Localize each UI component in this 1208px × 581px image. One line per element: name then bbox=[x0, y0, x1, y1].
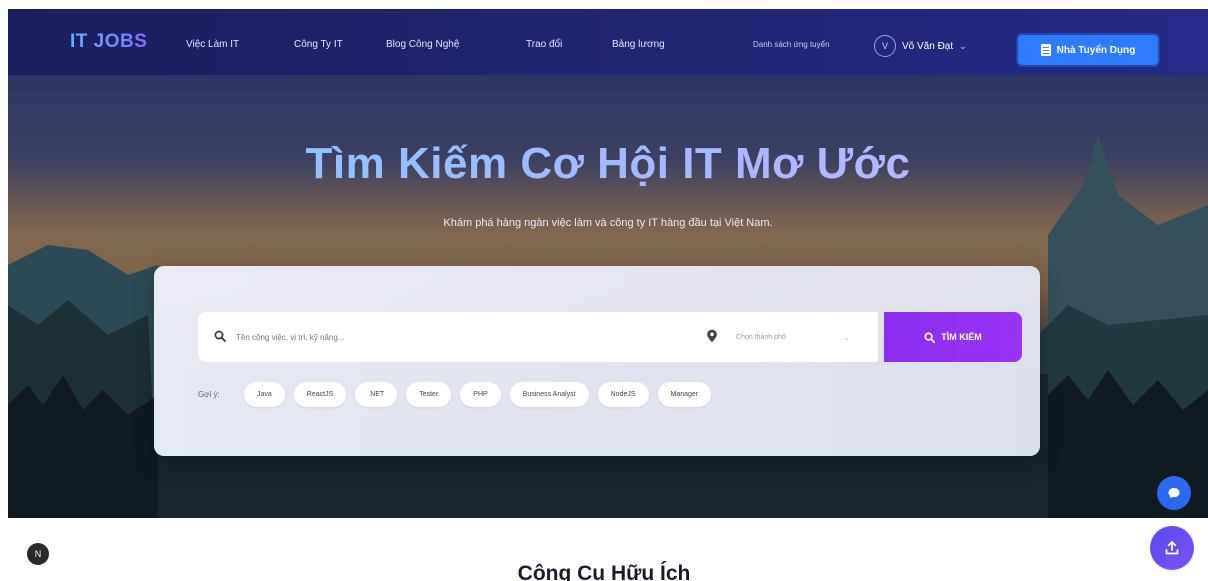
user-menu[interactable]: V Võ Văn Đạt ⌄ bbox=[874, 35, 967, 57]
tag-business-analyst[interactable]: Business Analyst bbox=[509, 382, 589, 407]
hero-title: Tìm Kiếm Cơ Hội IT Mơ Ước bbox=[8, 139, 1208, 189]
search-button[interactable]: TÌM KIẾM bbox=[884, 312, 1022, 362]
hero-banner: Tìm Kiếm Cơ Hội IT Mơ Ước Khám phá hàng … bbox=[8, 75, 1208, 518]
nav-link-blog[interactable]: Blog Công Nghệ bbox=[386, 39, 459, 50]
search-icon bbox=[924, 331, 936, 343]
location-pin-icon bbox=[707, 329, 717, 343]
top-navbar: IT JOBS Việc Làm IT Công Ty IT Blog Công… bbox=[8, 9, 1208, 75]
search-input[interactable] bbox=[236, 326, 676, 348]
search-bar: Chọn thành phố ⌄ bbox=[198, 312, 878, 362]
nav-link-companies[interactable]: Công Ty IT bbox=[294, 39, 343, 50]
nav-link-discussion[interactable]: Trao đổi bbox=[526, 39, 562, 50]
document-icon bbox=[1040, 44, 1051, 56]
tag-java[interactable]: Java bbox=[244, 382, 285, 407]
section-title: Công Cụ Hữu Ích bbox=[517, 562, 691, 581]
tag-manager[interactable]: Manager bbox=[657, 382, 712, 407]
nav-link-applications[interactable]: Danh sách ứng tuyển bbox=[753, 40, 830, 49]
suggestion-tags: Java ReactJS .NET Tester PHP Business An… bbox=[244, 382, 712, 407]
tag-tester[interactable]: Tester bbox=[406, 382, 452, 407]
site-logo[interactable]: IT JOBS bbox=[70, 31, 147, 53]
tag-nodejs[interactable]: NodeJS bbox=[597, 382, 649, 407]
nav-link-salary[interactable]: Bảng lương bbox=[612, 39, 665, 50]
city-select[interactable]: Chọn thành phố ⌄ bbox=[736, 326, 856, 348]
chat-button[interactable] bbox=[1157, 476, 1191, 510]
chevron-down-icon: ⌄ bbox=[959, 40, 967, 51]
avatar: V bbox=[874, 35, 896, 57]
user-name: Võ Văn Đạt bbox=[902, 40, 954, 52]
chat-icon bbox=[1168, 488, 1180, 499]
search-button-label: TÌM KIẾM bbox=[941, 332, 982, 342]
city-select-value: Chọn thành phố bbox=[736, 333, 786, 341]
suggestion-label: Gợi ý: bbox=[198, 390, 220, 399]
tag-reactjs[interactable]: ReactJS bbox=[293, 382, 347, 407]
tag-dotnet[interactable]: .NET bbox=[355, 382, 398, 407]
hero-subtitle: Khám phá hàng ngàn việc làm và công ty I… bbox=[443, 217, 773, 229]
employer-button-label: Nhà Tuyển Dụng bbox=[1056, 44, 1136, 56]
chevron-down-icon: ⌄ bbox=[843, 332, 850, 342]
search-icon bbox=[214, 330, 226, 342]
tag-php[interactable]: PHP bbox=[460, 382, 501, 407]
nav-link-jobs[interactable]: Việc Làm IT bbox=[186, 39, 239, 50]
employer-button[interactable]: Nhà Tuyển Dụng bbox=[1018, 35, 1158, 65]
search-card: Chọn thành phố ⌄ TÌM KIẾM Gợi ý: Java Re… bbox=[154, 266, 1040, 456]
upload-icon bbox=[1165, 541, 1179, 555]
